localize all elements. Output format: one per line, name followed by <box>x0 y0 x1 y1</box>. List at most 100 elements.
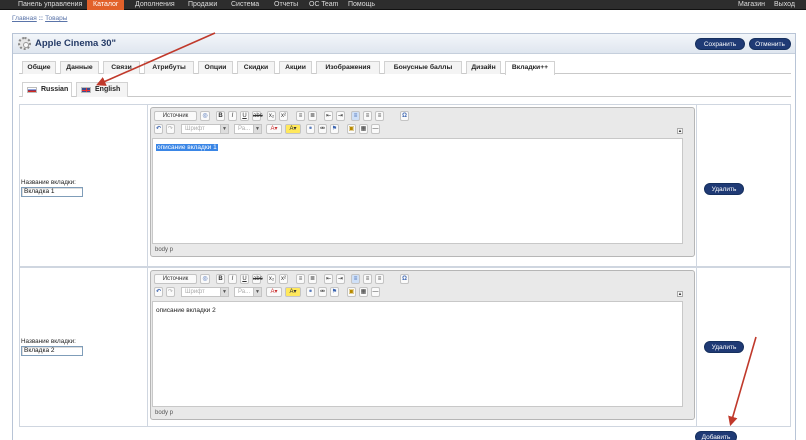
source-button[interactable]: Источник <box>154 111 197 121</box>
underline-button[interactable]: U <box>240 274 249 284</box>
background-color-icon[interactable]: A▾ <box>285 124 301 134</box>
nav-item-catalog[interactable]: Каталог <box>87 0 125 10</box>
align-center-icon[interactable]: ≡ <box>363 274 372 284</box>
tab-specials[interactable]: Акции <box>279 61 312 74</box>
chevron-down-icon: ▼ <box>253 288 261 296</box>
redo-icon[interactable]: ↷ <box>166 124 175 134</box>
text-color-icon[interactable]: A▾ <box>266 124 282 134</box>
special-char-icon[interactable]: Ω <box>400 274 409 284</box>
tab-row: Название вкладки: Вкладка 1 Источник ◎ B… <box>19 104 791 267</box>
tab-tabs-plus[interactable]: Вкладки++ <box>505 61 555 75</box>
tab-data[interactable]: Данные <box>60 61 99 74</box>
horizontal-rule-icon[interactable]: ― <box>371 287 380 297</box>
tab-language-english[interactable]: English <box>76 82 128 97</box>
unlink-icon[interactable]: ⚮ <box>318 124 327 134</box>
globe-icon[interactable]: ◎ <box>200 111 210 121</box>
tab-name-input[interactable]: Вкладка 2 <box>21 346 83 356</box>
outdent-icon[interactable]: ⇤ <box>324 274 333 284</box>
font-select[interactable]: Шрифт ▼ <box>181 124 229 134</box>
tab-general[interactable]: Общие <box>22 61 56 74</box>
cancel-button[interactable]: Отменить <box>749 38 791 50</box>
indent-icon[interactable]: ⇥ <box>336 274 345 284</box>
tab-name-cell: Название вкладки: Вкладка 2 <box>20 268 148 426</box>
numbered-list-icon[interactable]: ≡ <box>296 274 305 284</box>
link-icon[interactable]: ⚭ <box>306 287 315 297</box>
align-right-icon[interactable]: ≡ <box>375 111 384 121</box>
strike-button[interactable]: abc <box>252 274 263 284</box>
strike-button[interactable]: abc <box>252 111 263 121</box>
collapse-toolbar-icon[interactable]: ▴ <box>677 128 683 134</box>
nav-item-dashboard[interactable]: Панель управления <box>12 0 88 10</box>
undo-icon[interactable]: ↶ <box>154 124 163 134</box>
tab-discounts[interactable]: Скидки <box>237 61 275 74</box>
tab-images[interactable]: Изображения <box>316 61 380 74</box>
link-icon[interactable]: ⚭ <box>306 124 315 134</box>
size-select[interactable]: Ра... ▼ <box>234 124 262 134</box>
table-icon[interactable]: ▦ <box>359 287 368 297</box>
tab-row: Название вкладки: Вкладка 2 Источник ◎ B… <box>19 267 791 427</box>
editor-content-area[interactable]: описание вкладки 2 <box>152 301 683 407</box>
undo-icon[interactable]: ↶ <box>154 287 163 297</box>
outdent-icon[interactable]: ⇤ <box>324 111 333 121</box>
nav-item-reports[interactable]: Отчеты <box>268 0 304 10</box>
image-icon[interactable]: ▣ <box>347 287 356 297</box>
underline-button[interactable]: U <box>240 111 249 121</box>
image-icon[interactable]: ▣ <box>347 124 356 134</box>
anchor-flag-icon[interactable]: ⚑ <box>330 124 339 134</box>
tab-design[interactable]: Дизайн <box>466 61 501 74</box>
editor-content-area[interactable]: описание вкладки 1 <box>152 138 683 244</box>
tab-attributes[interactable]: Атрибуты <box>144 61 194 74</box>
table-icon[interactable]: ▦ <box>359 124 368 134</box>
superscript-button[interactable]: x² <box>279 274 288 284</box>
tab-links[interactable]: Связи <box>103 61 140 74</box>
nav-item-system[interactable]: Система <box>225 0 265 10</box>
collapse-toolbar-icon[interactable]: ▴ <box>677 291 683 297</box>
superscript-button[interactable]: x² <box>279 111 288 121</box>
redo-icon[interactable]: ↷ <box>166 287 175 297</box>
subscript-button[interactable]: x₂ <box>267 274 276 284</box>
size-select[interactable]: Ра... ▼ <box>234 287 262 297</box>
breadcrumb-home[interactable]: Главная <box>12 15 37 22</box>
special-char-icon[interactable]: Ω <box>400 111 409 121</box>
save-button[interactable]: Сохранить <box>695 38 745 50</box>
tab-reward-points[interactable]: Бонусные баллы <box>384 61 462 74</box>
source-button[interactable]: Источник <box>154 274 197 284</box>
nav-item-extensions[interactable]: Дополнения <box>129 0 181 10</box>
tab-language-russian[interactable]: Russian <box>22 82 72 97</box>
nav-item-sales[interactable]: Продажи <box>182 0 223 10</box>
globe-icon[interactable]: ◎ <box>200 274 210 284</box>
delete-button[interactable]: Удалить <box>704 183 744 195</box>
horizontal-rule-icon[interactable]: ― <box>371 124 380 134</box>
tab-name-input[interactable]: Вкладка 1 <box>21 187 83 197</box>
numbered-list-icon[interactable]: ≡ <box>296 111 305 121</box>
product-form-box: Apple Cinema 30" Сохранить Отменить Общи… <box>12 33 796 440</box>
italic-button[interactable]: I <box>228 111 237 121</box>
indent-icon[interactable]: ⇥ <box>336 111 345 121</box>
text-color-icon[interactable]: A▾ <box>266 287 282 297</box>
russia-flag-icon <box>27 87 37 93</box>
nav-item-store[interactable]: Магазин <box>732 0 771 10</box>
align-center-icon[interactable]: ≡ <box>363 111 372 121</box>
delete-button[interactable]: Удалить <box>704 341 744 353</box>
nav-item-oc-team[interactable]: OC Team <box>303 0 344 10</box>
background-color-icon[interactable]: A▾ <box>285 287 301 297</box>
align-left-icon[interactable]: ≡ <box>351 274 360 284</box>
bulleted-list-icon[interactable]: ≣ <box>308 274 317 284</box>
unlink-icon[interactable]: ⚮ <box>318 287 327 297</box>
align-right-icon[interactable]: ≡ <box>375 274 384 284</box>
subscript-button[interactable]: x₂ <box>267 111 276 121</box>
italic-button[interactable]: I <box>228 274 237 284</box>
tab-options[interactable]: Опции <box>198 61 233 74</box>
tab-name-label: Название вкладки: <box>21 179 76 186</box>
nav-item-logout[interactable]: Выход <box>768 0 801 10</box>
align-left-icon[interactable]: ≡ <box>351 111 360 121</box>
bold-button[interactable]: B <box>216 111 225 121</box>
bulleted-list-icon[interactable]: ≣ <box>308 111 317 121</box>
breadcrumb-products[interactable]: Товары <box>45 15 67 22</box>
font-select[interactable]: Шрифт ▼ <box>181 287 229 297</box>
bold-button[interactable]: B <box>216 274 225 284</box>
add-tab-button[interactable]: Добавить <box>695 431 737 440</box>
anchor-flag-icon[interactable]: ⚑ <box>330 287 339 297</box>
nav-item-help[interactable]: Помощь <box>342 0 381 10</box>
tab-name-cell: Название вкладки: Вкладка 1 <box>20 105 148 266</box>
